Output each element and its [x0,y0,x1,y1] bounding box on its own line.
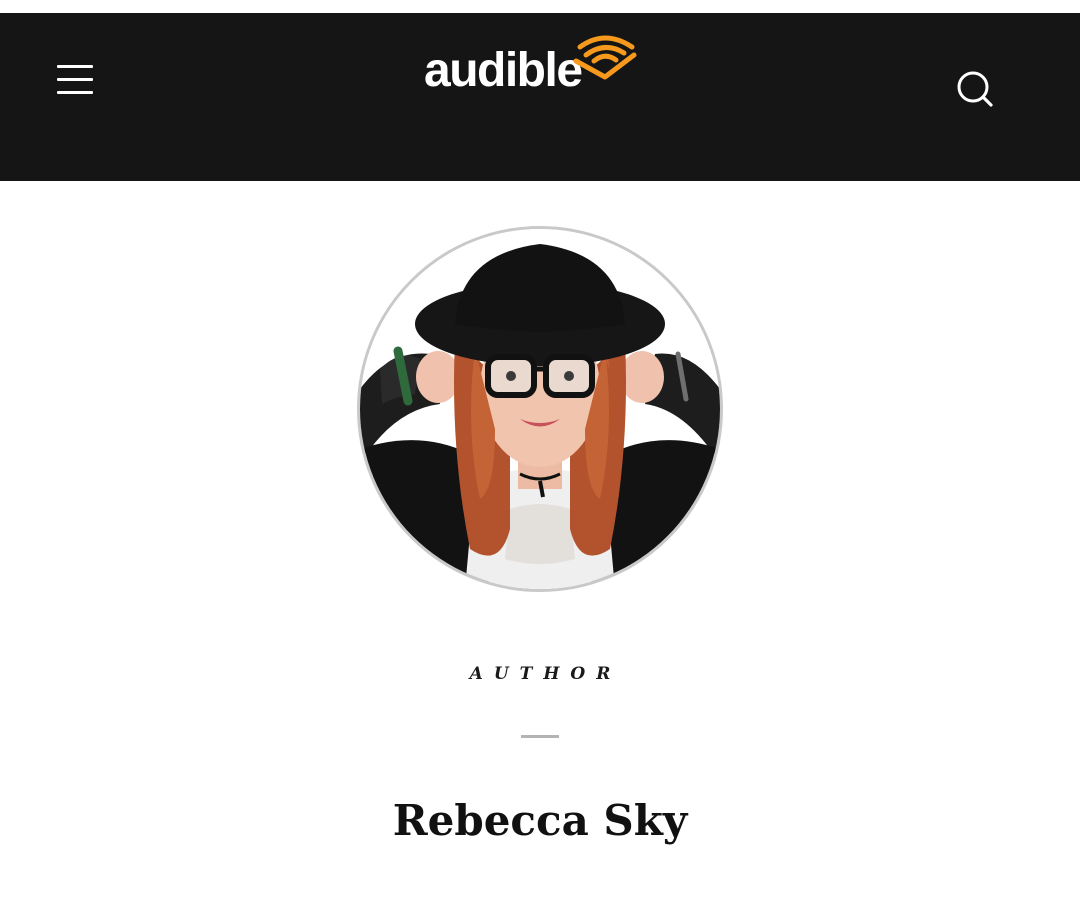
audible-logo[interactable]: audible [422,33,642,103]
author-role-label: AUTHOR [469,664,622,684]
logo-wordmark: audible [424,44,583,97]
top-navigation-bar: audible [0,13,1080,181]
author-photo [360,229,720,589]
menu-line [57,78,93,81]
top-strip [0,0,1080,13]
author-name: Rebecca Sky [392,796,688,845]
menu-line [57,91,93,94]
section-divider [521,735,559,738]
menu-line [57,65,93,68]
menu-button[interactable] [55,63,95,99]
search-button[interactable] [952,67,996,111]
audible-signal-icon [573,35,637,80]
author-avatar [357,226,723,592]
search-icon [957,71,993,107]
